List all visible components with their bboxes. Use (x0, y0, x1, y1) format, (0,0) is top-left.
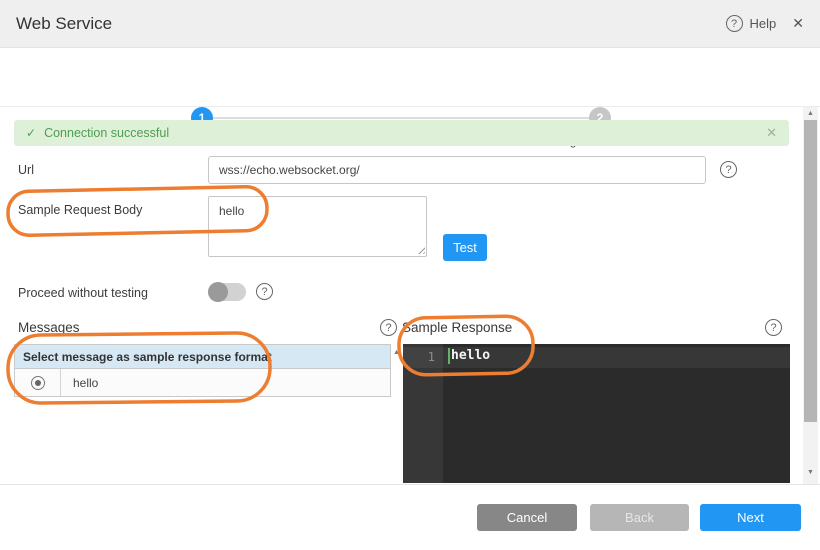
messages-scroll-up-icon[interactable]: ▲ (393, 349, 400, 356)
next-button[interactable]: Next (700, 504, 801, 531)
sample-request-textarea[interactable]: hello (208, 196, 427, 257)
sample-response-title: Sample Response (402, 320, 512, 335)
sample-response-editor[interactable]: 1 hello (403, 344, 790, 483)
scroll-down-icon[interactable]: ▼ (803, 469, 818, 476)
url-input[interactable] (208, 156, 706, 184)
messages-help-icon[interactable]: ? (380, 319, 397, 336)
message-text: hello (61, 369, 390, 396)
message-radio-cell[interactable] (15, 369, 61, 396)
table-row[interactable]: hello (15, 369, 390, 396)
sample-response-help-icon[interactable]: ? (765, 319, 782, 336)
stepper-connector (213, 117, 590, 119)
editor-line-text: hello (451, 348, 490, 363)
messages-table-header: Select message as sample response format (15, 345, 390, 369)
help-link[interactable]: Help (750, 16, 777, 31)
back-button[interactable]: Back (590, 504, 689, 531)
wizard-stepper: 1 Test Connection 2 Configure WebSocket (0, 48, 820, 107)
proceed-label: Proceed without testing (18, 286, 148, 300)
sample-request-label: Sample Request Body (18, 203, 142, 217)
messages-title: Messages (18, 320, 80, 335)
dialog-titlebar: Web Service ? Help ✕ (0, 0, 820, 48)
proceed-toggle[interactable] (208, 283, 246, 301)
proceed-help-icon[interactable]: ? (256, 283, 273, 300)
help-icon[interactable]: ? (726, 15, 743, 32)
test-button[interactable]: Test (443, 234, 487, 261)
url-label: Url (18, 163, 34, 177)
content-divider (0, 484, 820, 485)
editor-line-number: 1 (403, 349, 435, 364)
radio-selected-icon[interactable] (31, 376, 45, 390)
cancel-button[interactable]: Cancel (477, 504, 577, 531)
editor-caret (448, 348, 450, 364)
toggle-knob (208, 282, 228, 302)
success-banner-text: Connection successful (44, 126, 169, 140)
scroll-up-icon[interactable]: ▲ (803, 110, 818, 117)
messages-table: Select message as sample response format… (14, 344, 391, 397)
url-help-icon[interactable]: ? (720, 161, 737, 178)
success-banner: ✓ Connection successful ✕ (14, 120, 789, 146)
banner-close-icon[interactable]: ✕ (766, 125, 777, 141)
dialog-title: Web Service (16, 14, 112, 34)
vertical-scrollbar[interactable]: ▲ ▼ (803, 107, 818, 484)
close-icon[interactable]: ✕ (792, 15, 804, 32)
scrollbar-thumb[interactable] (804, 120, 817, 422)
check-icon: ✓ (26, 126, 36, 140)
